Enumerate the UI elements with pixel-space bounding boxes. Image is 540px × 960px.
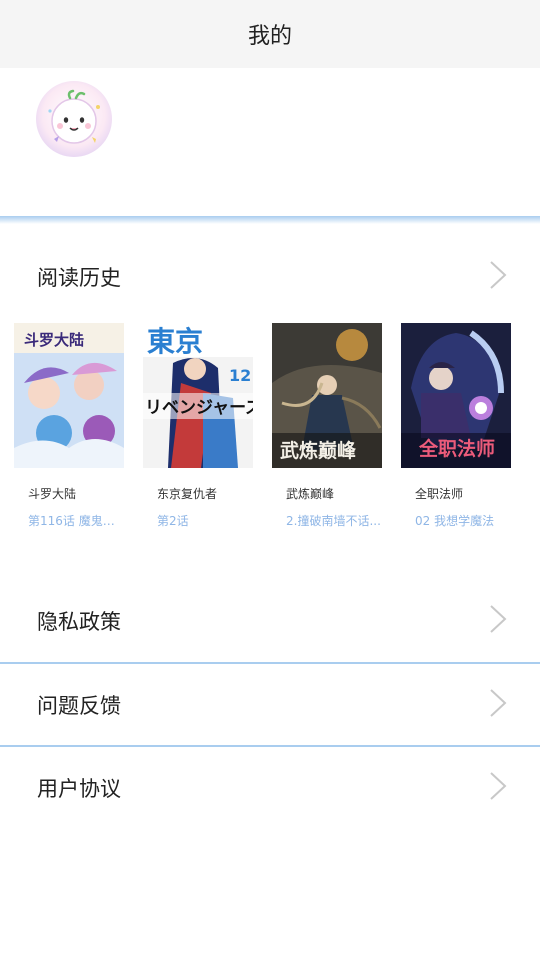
avatar[interactable] (36, 81, 112, 157)
comic-item[interactable]: 全职法师 全职法师 02 我想学魔法 (401, 323, 511, 529)
comic-title: 斗罗大陆 (28, 487, 77, 501)
chevron-right-icon (488, 771, 508, 801)
svg-text:東京: 東京 (147, 325, 203, 358)
privacy-policy-row[interactable]: 隐私政策 (0, 580, 540, 662)
comic-cover[interactable]: 東京 12 リベンジャーズ (143, 323, 253, 468)
comic-chapter: 2.撞破南墙不话... (286, 514, 381, 528)
chevron-right-icon (488, 260, 508, 290)
comic-cover[interactable]: 全职法师 (401, 323, 511, 468)
profile-section (0, 68, 540, 216)
svg-text:12: 12 (229, 366, 251, 385)
comic-item[interactable]: 東京 12 リベンジャーズ 东京复仇者 第2话 (143, 323, 253, 529)
user-agreement-label: 用户协议 (37, 777, 121, 801)
svg-text:武炼巅峰: 武炼巅峰 (280, 439, 357, 462)
reading-history-row[interactable]: 阅读历史 (0, 240, 540, 310)
history-list: 斗罗大陆 斗罗大陆 第116话 魔鬼遗... 東京 12 リベンジャーズ 东京复… (0, 323, 540, 543)
chevron-right-icon (488, 604, 508, 634)
comic-chapter: 第2话 (157, 514, 189, 528)
chevron-right-icon (488, 688, 508, 718)
svg-text:斗罗大陆: 斗罗大陆 (24, 331, 84, 349)
comic-title: 东京复仇者 (157, 487, 218, 501)
comic-title: 全职法师 (415, 487, 464, 501)
top-bar: 我的 (0, 0, 540, 68)
user-agreement-row[interactable]: 用户协议 (0, 747, 540, 829)
comic-item[interactable]: 武炼巅峰 武炼巅峰 2.撞破南墙不话... (272, 323, 382, 529)
feedback-row[interactable]: 问题反馈 (0, 664, 540, 746)
reading-history-label: 阅读历史 (37, 266, 121, 290)
feedback-label: 问题反馈 (37, 694, 121, 718)
comic-chapter: 02 我想学魔法 (415, 514, 495, 528)
comic-chapter: 第116话 魔鬼遗... (28, 514, 124, 528)
svg-text:リベンジャーズ: リベンジャーズ (145, 397, 253, 418)
page-title: 我的 (247, 24, 292, 49)
comic-item[interactable]: 斗罗大陆 斗罗大陆 第116话 魔鬼遗... (14, 323, 124, 529)
comic-cover[interactable]: 斗罗大陆 (14, 323, 124, 468)
privacy-policy-label: 隐私政策 (37, 610, 121, 634)
comic-title: 武炼巅峰 (286, 487, 335, 501)
section-divider (0, 216, 540, 224)
svg-text:全职法师: 全职法师 (418, 437, 495, 460)
comic-cover[interactable]: 武炼巅峰 (272, 323, 382, 468)
